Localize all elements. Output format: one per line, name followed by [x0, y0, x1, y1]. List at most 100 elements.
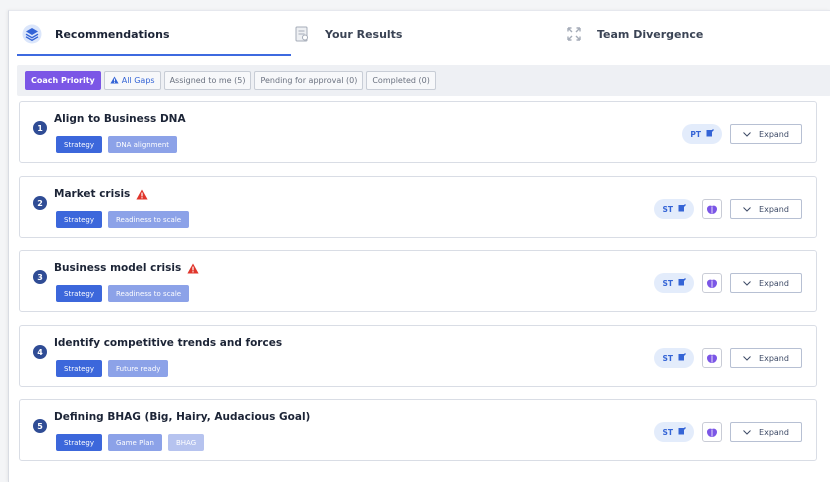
recommendation-card[interactable]: 1 Align to Business DNA Strategy DNA alig… — [19, 101, 817, 163]
tag-badge: DNA alignment — [108, 136, 178, 153]
expand-label: Expand — [759, 278, 789, 288]
edit-note-icon — [678, 278, 686, 288]
tag-list: Strategy Readiness to scale — [56, 285, 190, 302]
assignee-initials: PT — [690, 129, 701, 139]
expand-button[interactable]: Expand — [730, 124, 802, 144]
tag-list: Strategy Game Plan BHAG — [56, 434, 205, 451]
chevron-down-icon — [743, 279, 751, 288]
warning-icon — [110, 75, 119, 86]
tab-your-results[interactable]: Your Results — [291, 11, 402, 57]
tag-badge: Strategy — [56, 360, 102, 377]
tag-list: Strategy Future ready — [56, 360, 169, 377]
tab-bar: Recommendations Your Results Team Diverg… — [9, 11, 830, 57]
tab-label: Your Results — [325, 27, 403, 41]
priority-number-badge: 5 — [33, 419, 47, 433]
ai-brain-button[interactable] — [702, 199, 722, 219]
brain-icon — [706, 423, 718, 442]
recommendation-title-text: Identify competitive trends and forces — [54, 337, 283, 349]
chevron-down-icon — [743, 428, 751, 437]
ai-brain-button[interactable] — [702, 422, 722, 442]
assignee-initials: ST — [662, 204, 673, 214]
recommendation-title-text: Business model crisis — [54, 262, 182, 274]
filter-all-gaps[interactable]: All Gaps — [103, 71, 161, 90]
recommendation-card[interactable]: 4 Identify competitive trends and forces… — [19, 325, 817, 387]
recommendation-title: Identify competitive trends and forces — [54, 337, 282, 349]
recommendations-panel: Recommendations Your Results Team Diverg… — [8, 10, 830, 482]
assignee-badge[interactable]: PT — [682, 124, 722, 144]
priority-number-badge: 2 — [33, 196, 47, 210]
filter-label: Completed (0) — [372, 76, 430, 85]
ai-brain-button[interactable] — [702, 273, 722, 293]
filter-label: Assigned to me (5) — [169, 76, 246, 85]
recommendation-title-text: Align to Business DNA — [54, 113, 186, 125]
tag-list: Strategy DNA alignment — [56, 136, 178, 153]
priority-number: 4 — [37, 347, 43, 357]
recommendation-title-text: Defining BHAG (Big, Hairy, Audacious Goa… — [54, 411, 311, 423]
assignee-initials: ST — [662, 353, 673, 363]
edit-note-icon — [678, 427, 686, 437]
tab-team-divergence[interactable]: Team Divergence — [563, 11, 703, 57]
expand-label: Expand — [759, 427, 789, 437]
filter-bar: Coach Priority All Gaps Assigned to me (… — [17, 65, 830, 96]
warning-icon — [187, 263, 199, 274]
edit-note-icon — [678, 204, 686, 214]
tag-badge: Strategy — [56, 136, 102, 153]
layers-icon — [21, 23, 43, 45]
filter-pending-approval[interactable]: Pending for approval (0) — [254, 71, 364, 90]
filter-label: Pending for approval (0) — [260, 76, 358, 85]
expand-button[interactable]: Expand — [730, 199, 802, 219]
assignee-badge[interactable]: ST — [654, 199, 694, 219]
warning-icon — [136, 189, 148, 200]
tag-badge: Readiness to scale — [108, 285, 190, 302]
arrows-out-icon — [563, 23, 585, 45]
priority-number: 3 — [37, 272, 43, 282]
assignee-badge[interactable]: ST — [654, 348, 694, 368]
priority-number: 1 — [37, 123, 43, 133]
edit-note-icon — [678, 353, 686, 363]
assignee-badge[interactable]: ST — [654, 422, 694, 442]
tab-label: Team Divergence — [597, 27, 704, 41]
results-doc-icon — [291, 23, 313, 45]
tag-badge: Strategy — [56, 211, 102, 228]
recommendation-title: Market crisis — [54, 188, 148, 200]
tab-label: Recommendations — [55, 27, 170, 41]
card-actions: PT Expand — [682, 124, 802, 144]
assignee-initials: ST — [662, 278, 673, 288]
recommendation-card[interactable]: 5 Defining BHAG (Big, Hairy, Audacious G… — [19, 399, 817, 461]
expand-button[interactable]: Expand — [730, 348, 802, 368]
tag-badge: Future ready — [108, 360, 169, 377]
brain-icon — [706, 200, 718, 219]
expand-label: Expand — [759, 129, 789, 139]
card-actions: ST Expand — [654, 422, 802, 442]
priority-number-badge: 3 — [33, 270, 47, 284]
card-actions: ST Expand — [654, 273, 802, 293]
expand-button[interactable]: Expand — [730, 422, 802, 442]
recommendation-title-text: Market crisis — [54, 188, 131, 200]
filter-label: Coach Priority — [31, 76, 95, 85]
chevron-down-icon — [743, 205, 751, 214]
chevron-down-icon — [743, 130, 751, 139]
brain-icon — [706, 349, 718, 368]
filter-coach-priority[interactable]: Coach Priority — [25, 71, 101, 90]
expand-label: Expand — [759, 204, 789, 214]
recommendation-title: Defining BHAG (Big, Hairy, Audacious Goa… — [54, 411, 310, 423]
filter-assigned-to-me[interactable]: Assigned to me (5) — [163, 71, 252, 90]
chevron-down-icon — [743, 354, 751, 363]
recommendation-card[interactable]: 2 Market crisis Strategy Readiness to sca… — [19, 176, 817, 238]
card-actions: ST Expand — [654, 348, 802, 368]
tab-recommendations[interactable]: Recommendations — [21, 11, 170, 57]
active-tab-indicator — [17, 54, 291, 56]
expand-button[interactable]: Expand — [730, 273, 802, 293]
tag-badge: BHAG — [167, 434, 205, 451]
priority-number: 2 — [37, 198, 43, 208]
ai-brain-button[interactable] — [702, 348, 722, 368]
filter-completed[interactable]: Completed (0) — [366, 71, 436, 90]
filter-label: All Gaps — [121, 76, 155, 85]
tag-list: Strategy Readiness to scale — [56, 211, 190, 228]
assignee-badge[interactable]: ST — [654, 273, 694, 293]
tag-badge: Strategy — [56, 434, 102, 451]
brain-icon — [706, 274, 718, 293]
priority-number-badge: 4 — [33, 345, 47, 359]
recommendation-card[interactable]: 3 Business model crisis Strategy Readines… — [19, 250, 817, 312]
tag-badge: Readiness to scale — [108, 211, 190, 228]
